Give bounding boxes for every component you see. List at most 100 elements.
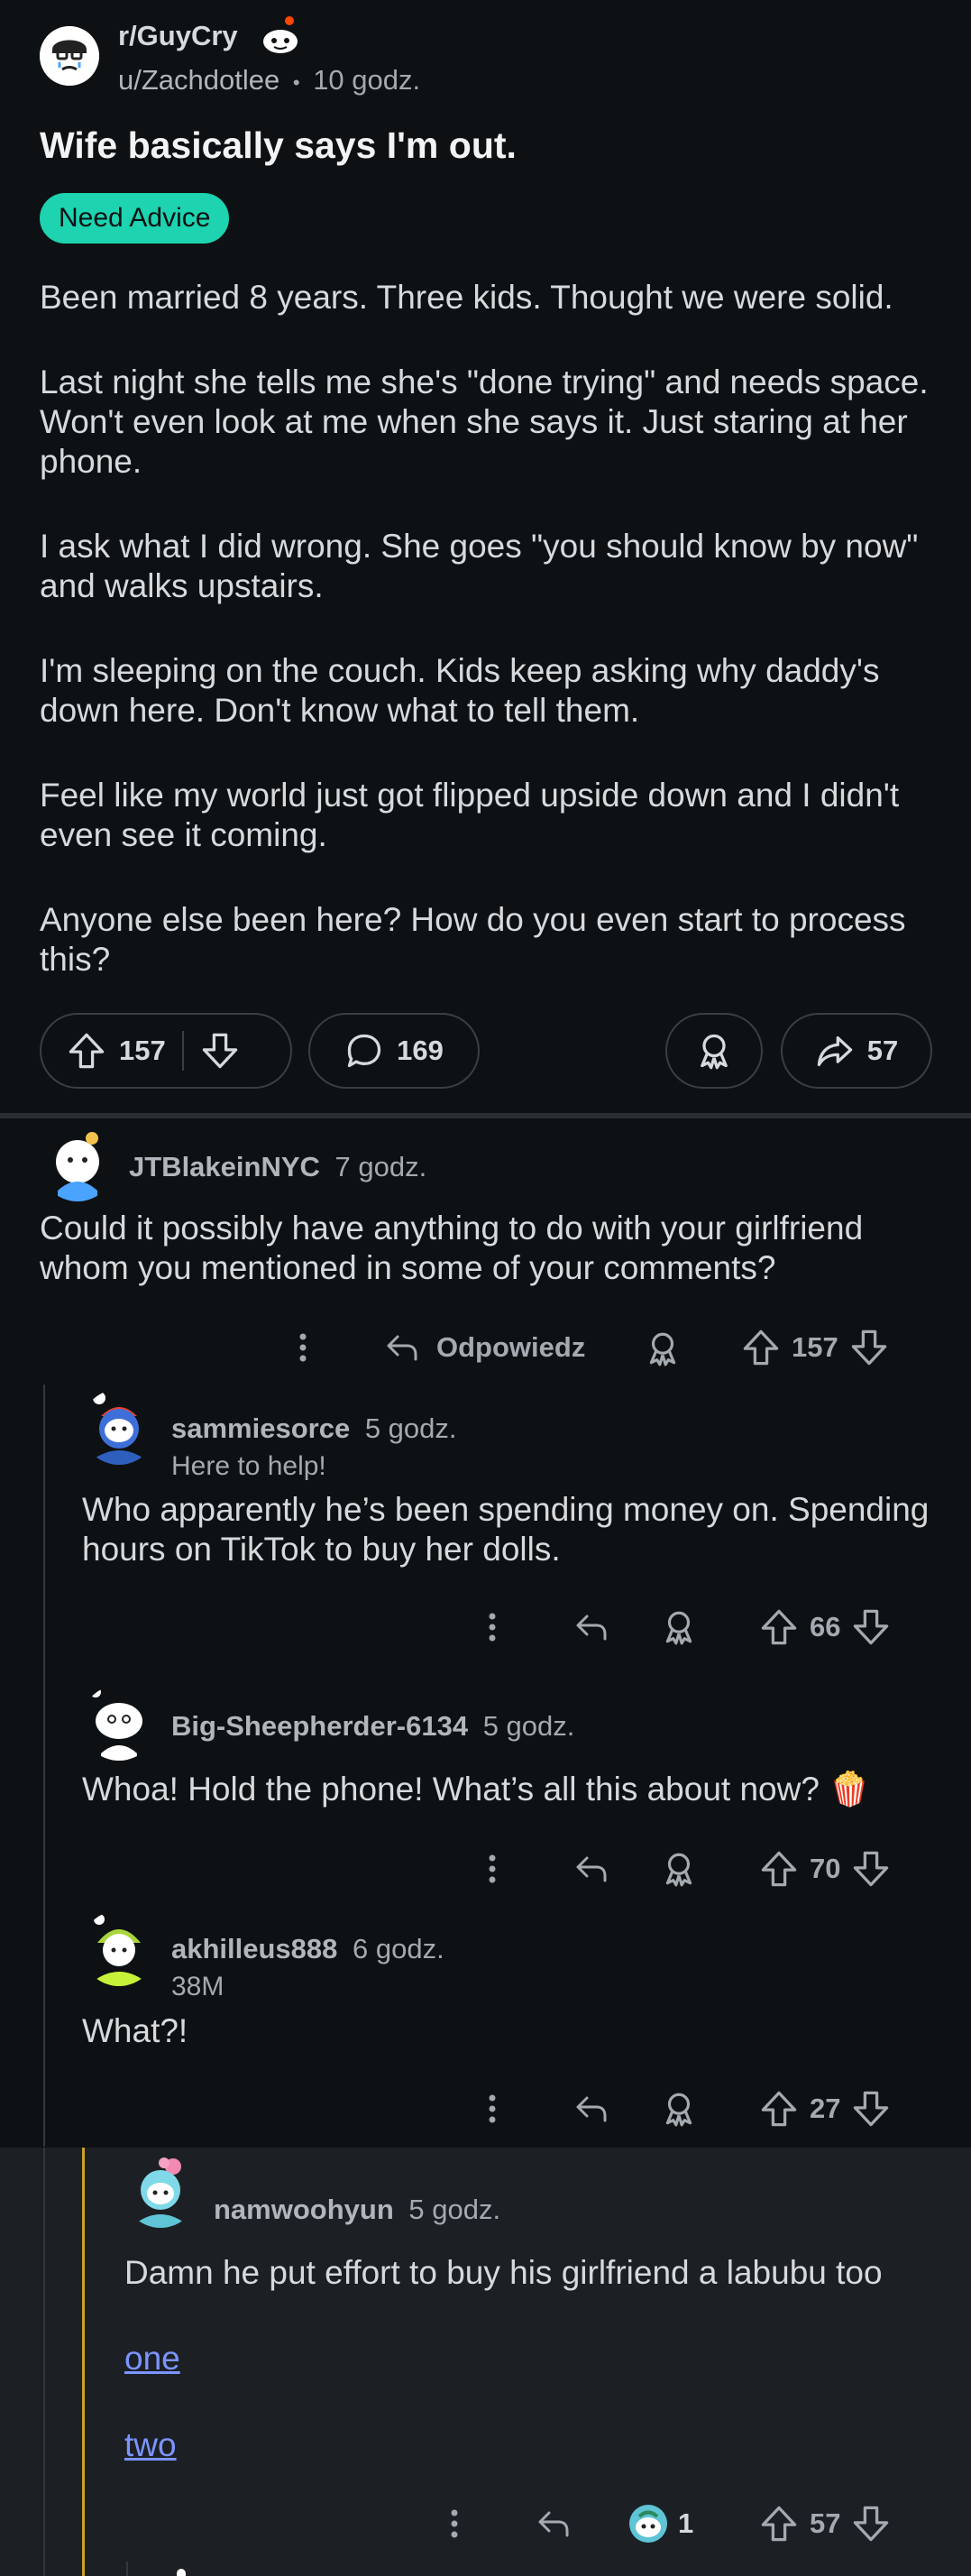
share-count: 57 — [866, 1035, 899, 1066]
downvote-icon[interactable] — [851, 1607, 891, 1647]
popcorn-emoji: 🍿 — [829, 1771, 871, 1808]
avatar-icon — [81, 1910, 157, 1986]
upvote-icon[interactable] — [741, 1328, 781, 1367]
avatar-icon — [81, 1389, 157, 1465]
post-meta: u/Zachdotlee • 10 godz. — [118, 64, 420, 97]
upvote-icon[interactable] — [759, 1607, 799, 1647]
more-icon — [436, 2506, 472, 2542]
award-button[interactable] — [665, 1013, 763, 1089]
comment-time: 5 godz. — [482, 1710, 575, 1742]
more-icon — [474, 1609, 510, 1645]
reply-button[interactable] — [572, 2091, 611, 2127]
comment-vote: 57 — [759, 2504, 891, 2544]
reply-label: Odpowiedz — [436, 1331, 586, 1363]
award-count: 1 — [678, 2507, 694, 2539]
award-button[interactable] — [660, 1850, 698, 1888]
avatar-icon — [40, 1126, 115, 1201]
thread-line[interactable] — [43, 1385, 45, 2147]
comment-author[interactable]: JTBlakeinNYC — [129, 1151, 320, 1182]
highlight-thread-line[interactable] — [82, 2148, 85, 2576]
award-icon — [660, 2090, 698, 2128]
downvote-icon[interactable] — [851, 1849, 891, 1889]
post-paragraph: Feel like my world just got flipped upsi… — [40, 777, 900, 853]
downvote-icon[interactable] — [851, 2504, 891, 2544]
reply-button[interactable] — [534, 2506, 573, 2542]
upvote-icon[interactable] — [759, 1849, 799, 1889]
section-divider — [0, 1113, 971, 1118]
more-button[interactable] — [474, 2091, 510, 2127]
award-button[interactable] — [644, 1329, 682, 1367]
reply-icon — [572, 1609, 611, 1645]
post-paragraph: Been married 8 years. Three kids. Though… — [40, 279, 893, 316]
upvote-icon[interactable] — [759, 2504, 799, 2544]
award-icon — [694, 1031, 734, 1071]
post-paragraph: Anyone else been here? How do you even s… — [40, 901, 906, 978]
comment-time: 7 godz. — [334, 1151, 427, 1182]
post-title[interactable]: Wife basically says I'm out. — [40, 124, 517, 167]
comment-body: Could it possibly have anything to do wi… — [40, 1210, 864, 1286]
comment-author[interactable]: sammiesorce — [171, 1412, 350, 1444]
comment-vote: 27 — [759, 2089, 891, 2129]
comment-time: 5 godz. — [364, 1412, 457, 1444]
reddit-snoo-icon — [258, 14, 303, 64]
user-avatar[interactable] — [123, 2152, 198, 2228]
meta-separator: • — [292, 71, 300, 94]
post-time: 10 godz. — [313, 64, 421, 96]
comment-link-two[interactable]: two — [124, 2426, 177, 2464]
subreddit-name[interactable]: r/GuyCry — [118, 20, 238, 52]
user-avatar[interactable] — [81, 1389, 157, 1465]
upvote-icon[interactable] — [759, 2089, 799, 2129]
vote-divider — [181, 1031, 184, 1071]
more-icon — [474, 1851, 510, 1887]
post-flair[interactable]: Need Advice — [40, 193, 230, 244]
comment-body: Who apparently he’s been spending money … — [82, 1491, 930, 1568]
user-avatar[interactable] — [81, 1910, 157, 1986]
more-button[interactable] — [474, 1851, 510, 1887]
comment-body: Whoa! Hold the phone! What’s all this ab… — [82, 1770, 948, 1809]
award-button[interactable]: 1 — [626, 2501, 693, 2546]
more-button[interactable] — [436, 2506, 472, 2542]
thread-line[interactable] — [126, 2562, 128, 2576]
award-button[interactable] — [660, 1608, 698, 1646]
downvote-icon[interactable] — [851, 2089, 891, 2129]
user-avatar[interactable] — [81, 1685, 157, 1761]
comment-vote: 66 — [759, 1607, 891, 1647]
reply-button[interactable] — [572, 1851, 611, 1887]
comment-time: 6 godz. — [353, 1933, 444, 1964]
comment-author[interactable]: namwoohyun — [214, 2194, 394, 2225]
downvote-icon[interactable] — [200, 1031, 240, 1071]
reply-icon — [572, 2091, 611, 2127]
comment-author[interactable]: akhilleus888 — [171, 1933, 337, 1964]
reply-icon — [572, 1851, 611, 1887]
more-button[interactable] — [285, 1329, 321, 1366]
subreddit-avatar-icon — [40, 26, 99, 86]
comments-button[interactable]: 169 — [308, 1013, 480, 1089]
comment-link-one[interactable]: one — [124, 2340, 180, 2378]
thread-line[interactable] — [43, 2148, 45, 2576]
user-avatar[interactable] — [40, 1126, 115, 1201]
next-reply-avatar-hint — [177, 2569, 186, 2576]
comment-meta: sammiesorce 5 godz. — [171, 1412, 457, 1445]
award-button[interactable] — [660, 2090, 698, 2128]
share-icon — [815, 1031, 855, 1071]
reply-icon — [534, 2506, 573, 2542]
post-author[interactable]: u/Zachdotlee — [118, 64, 279, 96]
more-icon — [474, 2091, 510, 2127]
award-icon — [660, 1850, 698, 1888]
award-icon — [660, 1608, 698, 1646]
vote-count: 66 — [810, 1611, 841, 1642]
share-button[interactable]: 57 — [781, 1013, 932, 1089]
vote-count: 27 — [810, 2093, 841, 2124]
more-button[interactable] — [474, 1609, 510, 1645]
reply-button[interactable] — [572, 1609, 611, 1645]
vote-count: 157 — [792, 1331, 838, 1363]
downvote-icon[interactable] — [849, 1328, 889, 1367]
upvote-icon[interactable] — [67, 1031, 106, 1071]
comment-text: Whoa! Hold the phone! What’s all this ab… — [82, 1771, 820, 1808]
reply-button[interactable]: Odpowiedz — [382, 1329, 585, 1366]
subreddit-avatar[interactable] — [40, 26, 99, 86]
post-paragraph: I'm sleeping on the couch. Kids keep ask… — [40, 652, 880, 729]
comment-vote: 157 — [741, 1328, 889, 1367]
comment-icon — [344, 1031, 384, 1071]
comment-author[interactable]: Big-Sheepherder-6134 — [171, 1710, 468, 1742]
